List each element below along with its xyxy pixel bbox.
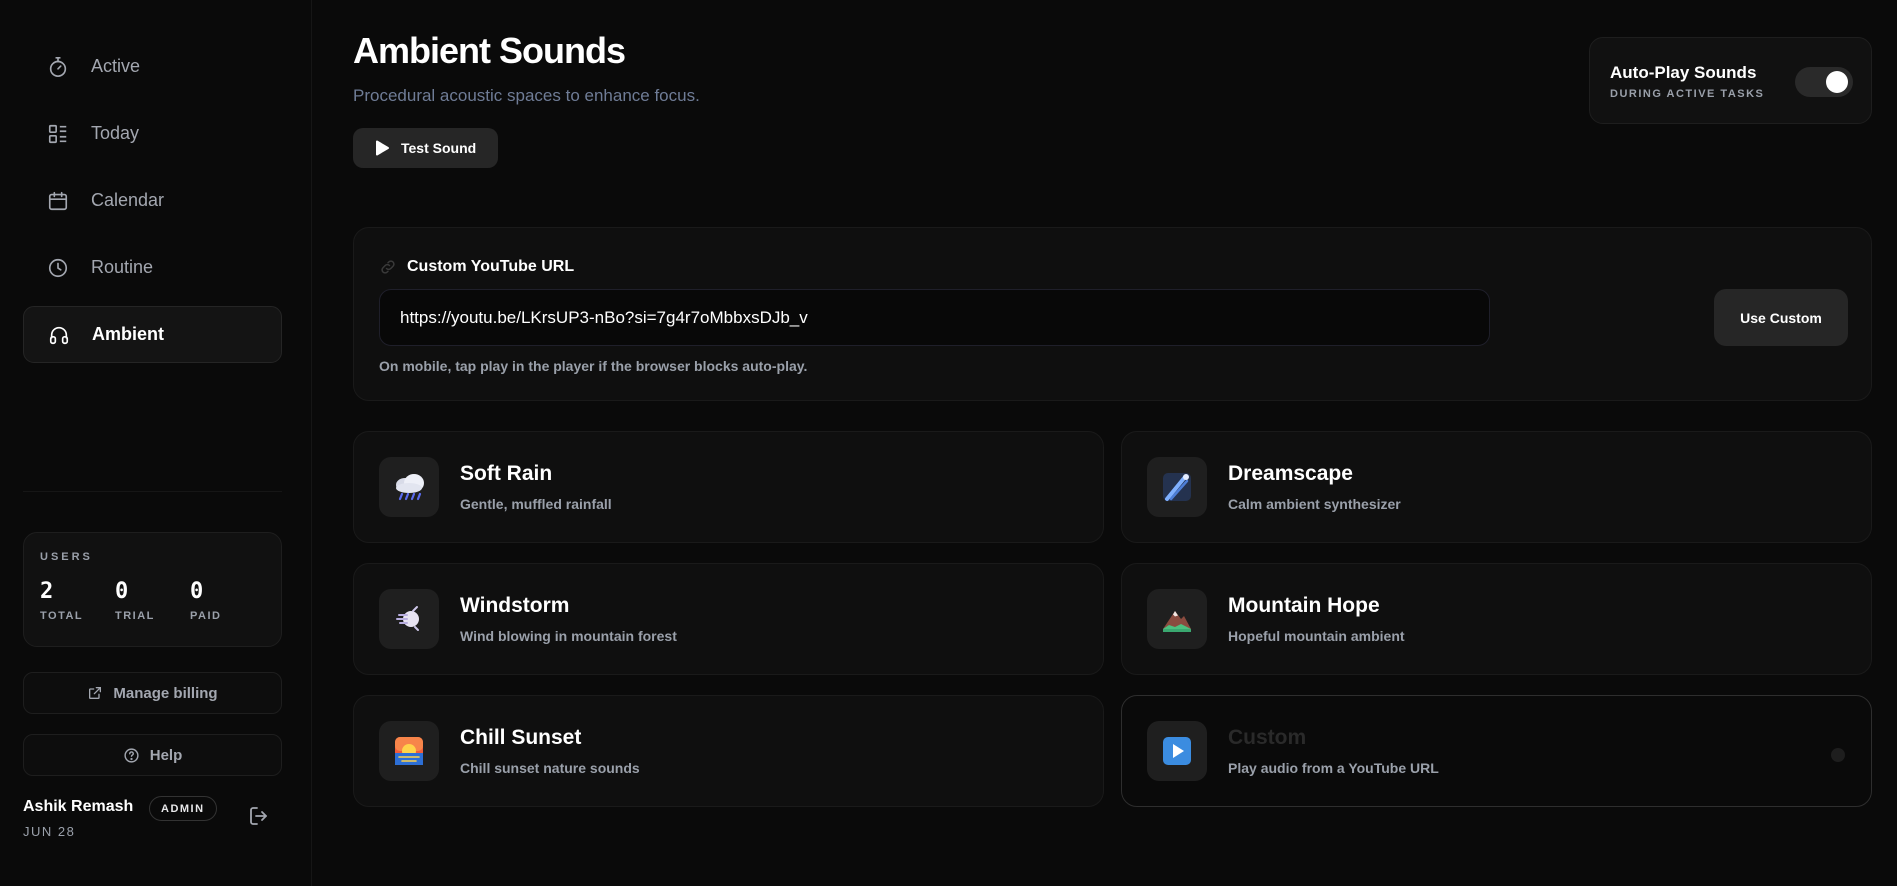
autoplay-card: Auto-Play Sounds DURING ACTIVE TASKS xyxy=(1589,37,1872,124)
sidebar: Active Today Calendar Routine Ambient US… xyxy=(0,0,312,886)
sidebar-item-label: Active xyxy=(91,56,141,76)
sidebar-item-label: Routine xyxy=(91,257,154,277)
play-button-icon xyxy=(1147,721,1207,781)
sidebar-item-ambient[interactable]: Ambient xyxy=(23,306,282,363)
stat-label: PAID xyxy=(190,610,222,622)
calendar-icon xyxy=(45,188,71,214)
rain-cloud-icon xyxy=(379,457,439,517)
sound-card-dreamscape[interactable]: Dreamscape Calm ambient synthesizer xyxy=(1121,431,1872,543)
sound-card-chill-sunset[interactable]: Chill Sunset Chill sunset nature sounds xyxy=(353,695,1104,807)
stat-value: 0 xyxy=(115,579,129,604)
sound-subtitle: Calm ambient synthesizer xyxy=(1228,496,1401,512)
page-subtitle: Procedural acoustic spaces to enhance fo… xyxy=(353,86,700,105)
manage-billing-button[interactable]: Manage billing xyxy=(23,672,282,714)
autoplay-toggle[interactable] xyxy=(1795,67,1853,97)
stat-total: 2 TOTAL xyxy=(40,579,115,622)
main-content: Ambient Sounds Procedural acoustic space… xyxy=(353,0,1873,886)
stat-label: TOTAL xyxy=(40,610,84,622)
sidebar-item-calendar[interactable]: Calendar xyxy=(23,172,282,229)
test-sound-button[interactable]: Test Sound xyxy=(353,128,498,168)
sound-card-soft-rain[interactable]: Soft Rain Gentle, muffled rainfall xyxy=(353,431,1104,543)
use-custom-button[interactable]: Use Custom xyxy=(1714,289,1848,346)
mountain-icon xyxy=(1147,589,1207,649)
sound-title: Soft Rain xyxy=(460,462,553,485)
sidebar-divider xyxy=(23,491,282,492)
sound-title: Dreamscape xyxy=(1228,462,1353,485)
sound-subtitle: Chill sunset nature sounds xyxy=(460,760,640,776)
headphones-icon xyxy=(46,322,72,348)
help-circle-icon xyxy=(124,747,139,763)
wind-icon xyxy=(379,589,439,649)
users-stats: 2 TOTAL 0 TRIAL 0 PAID xyxy=(40,579,265,622)
autoplay-subtitle: DURING ACTIVE TASKS xyxy=(1610,88,1765,100)
link-icon xyxy=(381,260,395,274)
external-link-icon xyxy=(89,687,102,699)
stat-value: 2 xyxy=(40,579,54,604)
user-name: Ashik Remash xyxy=(23,798,134,815)
help-button[interactable]: Help xyxy=(23,734,282,776)
sound-title: Custom xyxy=(1228,726,1307,749)
sound-card-windstorm[interactable]: Windstorm Wind blowing in mountain fores… xyxy=(353,563,1104,675)
custom-url-label-text: Custom YouTube URL xyxy=(407,258,575,275)
toggle-knob xyxy=(1826,71,1848,93)
stat-value: 0 xyxy=(190,579,204,604)
sidebar-item-active[interactable]: Active xyxy=(23,38,282,95)
users-stats-card: USERS 2 TOTAL 0 TRIAL 0 PAID xyxy=(23,532,282,647)
custom-url-card: Custom YouTube URL Use Custom On mobile,… xyxy=(353,227,1872,401)
sound-subtitle: Gentle, muffled rainfall xyxy=(460,496,612,512)
users-title: USERS xyxy=(40,551,93,563)
test-sound-label: Test Sound xyxy=(401,140,477,156)
sidebar-item-today[interactable]: Today xyxy=(23,105,282,162)
custom-url-hint: On mobile, tap play in the player if the… xyxy=(379,358,808,374)
stat-paid: 0 PAID xyxy=(190,579,265,622)
sound-title: Windstorm xyxy=(460,594,570,617)
sound-card-mountain-hope[interactable]: Mountain Hope Hopeful mountain ambient xyxy=(1121,563,1872,675)
youtube-url-input[interactable] xyxy=(379,289,1490,346)
sound-title: Mountain Hope xyxy=(1228,594,1380,617)
sidebar-nav: Active Today Calendar Routine Ambient xyxy=(23,38,282,373)
user-date: JUN 28 xyxy=(23,824,76,839)
help-label: Help xyxy=(149,746,183,764)
stat-trial: 0 TRIAL xyxy=(115,579,190,622)
sound-subtitle: Hopeful mountain ambient xyxy=(1228,628,1405,644)
sunset-icon xyxy=(379,721,439,781)
custom-url-label: Custom YouTube URL xyxy=(379,258,574,276)
sound-card-custom[interactable]: Custom Play audio from a YouTube URL xyxy=(1121,695,1872,807)
sound-subtitle: Wind blowing in mountain forest xyxy=(460,628,677,644)
list-layout-icon xyxy=(45,121,71,147)
clock-icon xyxy=(45,255,71,281)
role-badge: ADMIN xyxy=(149,796,217,821)
play-icon xyxy=(376,140,389,156)
sidebar-item-label: Ambient xyxy=(92,324,164,344)
stopwatch-icon xyxy=(45,54,71,80)
sound-title: Chill Sunset xyxy=(460,726,582,749)
sidebar-item-routine[interactable]: Routine xyxy=(23,239,282,296)
logout-icon[interactable] xyxy=(247,804,271,833)
sound-subtitle: Play audio from a YouTube URL xyxy=(1228,760,1439,776)
comet-icon xyxy=(1147,457,1207,517)
manage-billing-label: Manage billing xyxy=(113,684,218,702)
sidebar-item-label: Calendar xyxy=(91,190,165,210)
sidebar-item-label: Today xyxy=(91,123,140,143)
user-profile: Ashik Remash ADMIN JUN 28 xyxy=(23,796,282,840)
page-title: Ambient Sounds xyxy=(353,30,626,71)
autoplay-title: Auto-Play Sounds xyxy=(1610,63,1757,82)
stat-label: TRIAL xyxy=(115,610,155,622)
status-dot xyxy=(1831,748,1845,762)
